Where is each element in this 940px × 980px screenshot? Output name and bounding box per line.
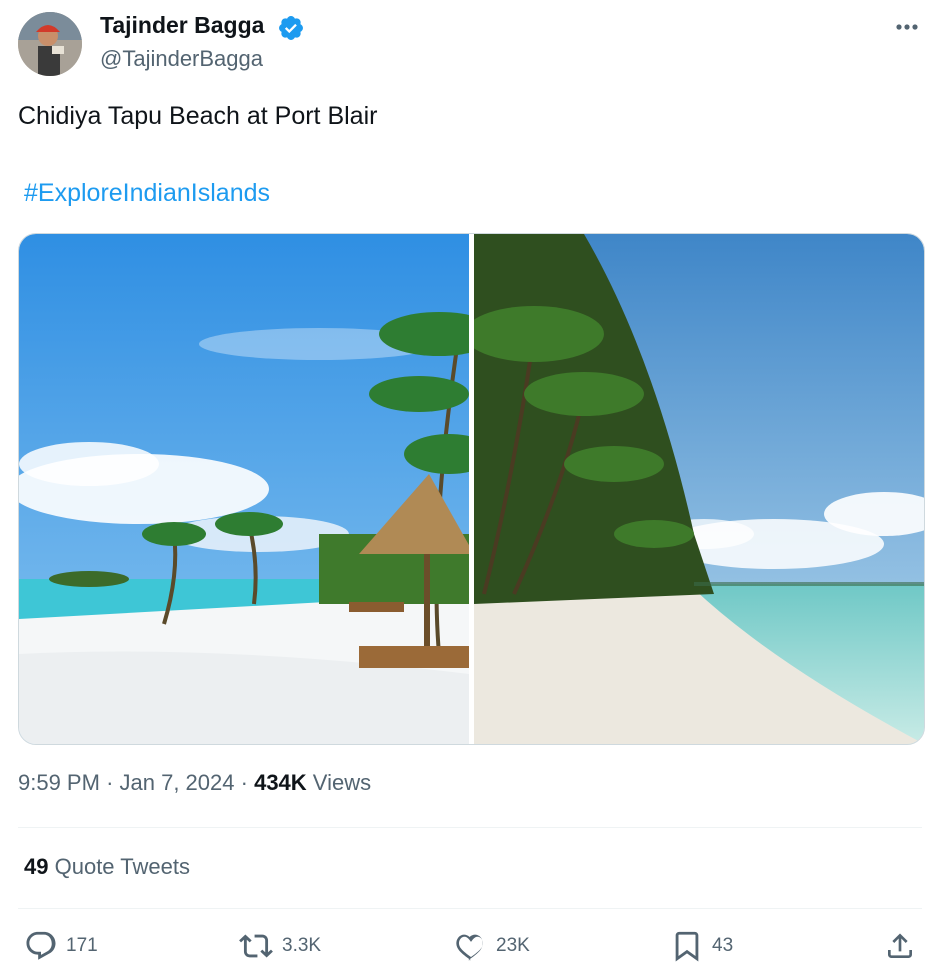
like-count: 23K	[496, 935, 530, 956]
retweet-button[interactable]: 3.3K	[238, 928, 321, 964]
media-grid	[18, 233, 925, 745]
like-button[interactable]: 23K	[454, 928, 530, 964]
tweet-text: Chidiya Tapu Beach at Port Blair	[18, 102, 378, 130]
meta-separator: ·	[240, 770, 248, 795]
avatar[interactable]	[18, 12, 82, 76]
tweet-meta: 9:59 PM · Jan 7, 2024 · 434K Views	[18, 770, 371, 796]
quote-count: 49	[24, 854, 49, 879]
verified-badge-icon	[279, 16, 303, 40]
bookmark-icon	[675, 931, 699, 962]
bookmark-count: 43	[712, 935, 734, 956]
hashtag-link[interactable]: #ExploreIndianIslands	[24, 179, 270, 208]
bookmark-button[interactable]: 43	[670, 928, 733, 964]
divider	[18, 827, 922, 828]
share-icon	[888, 933, 912, 958]
retweet-icon	[239, 934, 273, 958]
divider	[18, 908, 922, 909]
reply-button[interactable]: 171	[24, 928, 98, 964]
beach-photo-palm-shore[interactable]	[474, 234, 924, 744]
like-icon	[456, 934, 484, 961]
tweet-time[interactable]: 9:59 PM	[18, 770, 100, 795]
retweet-count: 3.3K	[282, 935, 322, 956]
quote-tweets-link[interactable]: 49 Quote Tweets	[24, 854, 190, 880]
share-button[interactable]	[884, 928, 924, 964]
author-handle[interactable]: @TajinderBagga	[100, 46, 263, 72]
beach-photo-palms-huts[interactable]	[19, 234, 469, 744]
quote-label: Quote Tweets	[54, 854, 190, 879]
more-options-icon[interactable]	[892, 14, 922, 40]
reply-count: 171	[66, 935, 98, 956]
views-count: 434K	[254, 770, 307, 795]
views-label: Views	[312, 770, 372, 795]
author-name[interactable]: Tajinder Bagga	[100, 12, 264, 39]
reply-icon	[26, 931, 56, 960]
tweet-date[interactable]: Jan 7, 2024	[120, 770, 235, 795]
meta-separator: ·	[106, 770, 114, 795]
